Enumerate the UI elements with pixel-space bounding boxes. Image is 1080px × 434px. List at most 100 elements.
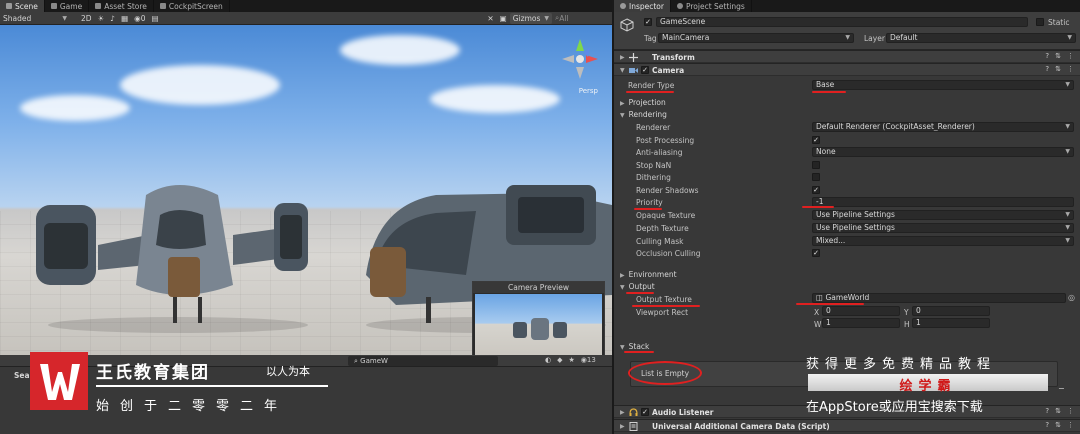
preset-icon[interactable]: ⇅ <box>1055 65 1061 73</box>
camera-preview: Camera Preview <box>472 281 605 355</box>
tag-label: Tag <box>644 34 657 43</box>
dithering-checkbox[interactable] <box>812 173 820 181</box>
orientation-gizmo[interactable] <box>560 37 600 91</box>
stack-foldout[interactable]: ▼ Stack <box>620 342 649 351</box>
viewport-x-input[interactable]: 0 <box>822 306 900 316</box>
help-icon[interactable]: ? <box>1045 52 1049 60</box>
audio-toggle-icon[interactable]: ♪ <box>107 13 118 24</box>
projection-foldout[interactable]: ▶ Projection <box>620 98 666 107</box>
opaque-texture-dropdown[interactable]: Use Pipeline Settings ▼ <box>812 210 1074 220</box>
depth-texture-dropdown[interactable]: Use Pipeline Settings ▼ <box>812 223 1074 233</box>
filter-type-icon[interactable]: ◐ <box>545 356 551 364</box>
culling-mask-dropdown[interactable]: Mixed... ▼ <box>812 236 1074 246</box>
tag-dropdown[interactable]: MainCamera ▼ <box>658 33 854 43</box>
static-label: Static <box>1048 18 1070 27</box>
camera-preview-image <box>475 294 602 355</box>
viewport-h-input[interactable]: 1 <box>912 318 990 328</box>
help-icon[interactable]: ? <box>1045 421 1049 429</box>
annotation-underline <box>796 303 864 305</box>
gear-icon <box>676 3 683 9</box>
projection-label[interactable]: Persp <box>579 87 598 95</box>
universal-camera-data-component-header[interactable]: ▶ Universal Additional Camera Data (Scri… <box>614 419 1080 432</box>
effects-toggle-icon[interactable]: ▦ <box>118 13 131 24</box>
priority-input[interactable]: -1 <box>812 197 1074 207</box>
camera-settings-icon[interactable]: ▣ <box>497 13 510 24</box>
hidden-count[interactable]: ◉13 <box>581 356 596 364</box>
gizmos-dropdown[interactable]: Gizmos ▼ <box>509 12 552 24</box>
tools-icon[interactable]: ✕ <box>484 13 496 24</box>
tab-cockpit-screen[interactable]: CockpitScreen <box>154 0 230 12</box>
viewport-w-input[interactable]: 1 <box>822 318 900 328</box>
brand-founded: 始创于二零零二年 <box>96 399 289 414</box>
viewport-rect-label: Viewport Rect <box>636 308 689 317</box>
preview-ships <box>513 318 567 340</box>
layer-dropdown[interactable]: Default ▼ <box>886 33 1076 43</box>
shading-mode-dropdown[interactable]: Shaded ▼ <box>0 13 70 24</box>
hidden-objects-toggle[interactable]: ◉ 0 <box>131 13 148 24</box>
anti-aliasing-dropdown[interactable]: None ▼ <box>812 147 1074 157</box>
chevron-down-icon: ▼ <box>1065 148 1070 155</box>
tab-asset-store[interactable]: Asset Store <box>89 0 154 12</box>
headphones-icon <box>629 408 638 416</box>
viewport-x-label: X <box>814 308 820 317</box>
active-checkbox[interactable]: ✓ <box>644 18 652 26</box>
tab-game[interactable]: Game <box>45 0 90 12</box>
gameobject-header: ✓ GameScene Static Tag MainCamera ▼ Layer… <box>614 12 1080 50</box>
more-icon[interactable]: ⋮ <box>1067 421 1074 429</box>
annotation-underline <box>624 351 654 353</box>
scene-search-input[interactable]: ⌕ All <box>552 13 612 24</box>
remove-item-button[interactable]: − <box>1058 384 1065 393</box>
cloud <box>430 85 560 113</box>
object-name-field[interactable]: GameScene <box>656 17 1028 27</box>
render-shadows-checkbox[interactable]: ✓ <box>812 186 820 194</box>
filter-label-icon[interactable]: ◆ <box>557 356 562 364</box>
viewport-y-input[interactable]: 0 <box>912 306 990 316</box>
more-icon[interactable]: ⋮ <box>1067 52 1074 60</box>
tab-project-settings[interactable]: Project Settings <box>671 0 752 12</box>
chevron-down-icon: ▼ <box>620 112 625 119</box>
project-search-input[interactable]: ⌕ GameW <box>348 356 498 366</box>
stop-nan-checkbox[interactable] <box>812 161 820 169</box>
culling-mask-label: Culling Mask <box>636 237 684 246</box>
more-icon[interactable]: ⋮ <box>1067 65 1074 73</box>
scene-tabbar: Scene Game Asset Store CockpitScreen <box>0 0 612 12</box>
preset-icon[interactable]: ⇅ <box>1055 407 1061 415</box>
promo-bar: 绘学霸 <box>808 374 1048 394</box>
scene-viewport[interactable]: Persp Camera Preview <box>0 25 612 355</box>
render-type-dropdown[interactable]: Base ▼ <box>812 80 1074 90</box>
favorite-icon[interactable]: ★ <box>569 356 575 364</box>
help-icon[interactable]: ? <box>1045 65 1049 73</box>
rendering-foldout[interactable]: ▼ Rendering <box>620 110 667 119</box>
project-filter-icons: ◐ ◆ ★ ◉13 <box>545 356 596 364</box>
static-checkbox[interactable] <box>1036 18 1044 26</box>
object-picker-icon[interactable]: ◎ <box>1068 293 1075 302</box>
renderer-dropdown[interactable]: Default Renderer (CockpitAsset_Renderer)… <box>812 122 1074 132</box>
transform-component-header[interactable]: ▶ Transform ? ⇅ ⋮ <box>614 50 1080 63</box>
chevron-right-icon: ▶ <box>620 423 625 430</box>
toggle-2d-button[interactable]: 2D <box>78 13 95 24</box>
audio-listener-checkbox[interactable]: ✓ <box>641 408 649 416</box>
lighting-toggle-icon[interactable]: ☀ <box>95 13 108 24</box>
post-processing-label: Post Processing <box>636 136 695 145</box>
environment-foldout[interactable]: ▶ Environment <box>620 270 677 279</box>
more-icon[interactable]: ⋮ <box>1067 407 1074 415</box>
script-icon <box>629 422 638 431</box>
chevron-down-icon: ▼ <box>1065 123 1070 130</box>
annotation-underline <box>626 91 674 93</box>
tab-inspector[interactable]: Inspector <box>614 0 671 12</box>
chevron-down-icon: ▼ <box>620 284 625 291</box>
post-processing-checkbox[interactable]: ✓ <box>812 136 820 144</box>
spaceship-left[interactable] <box>28 175 318 335</box>
camera-component-header[interactable]: ▼ ✓ Camera ? ⇅ ⋮ <box>614 63 1080 76</box>
camera-enabled-checkbox[interactable]: ✓ <box>641 66 649 74</box>
output-foldout[interactable]: ▼ Output <box>620 282 655 291</box>
render-type-label: Render Type <box>628 81 675 90</box>
preset-icon[interactable]: ⇅ <box>1055 421 1061 429</box>
preset-icon[interactable]: ⇅ <box>1055 52 1061 60</box>
grid-toggle-icon[interactable]: ▤ <box>149 13 162 24</box>
tab-scene[interactable]: Scene <box>0 0 45 12</box>
output-texture-field[interactable]: ◫ GameWorld <box>812 293 1066 303</box>
viewport-w-label: W <box>814 320 822 329</box>
occlusion-culling-checkbox[interactable]: ✓ <box>812 249 820 257</box>
annotation-underline <box>626 292 654 294</box>
